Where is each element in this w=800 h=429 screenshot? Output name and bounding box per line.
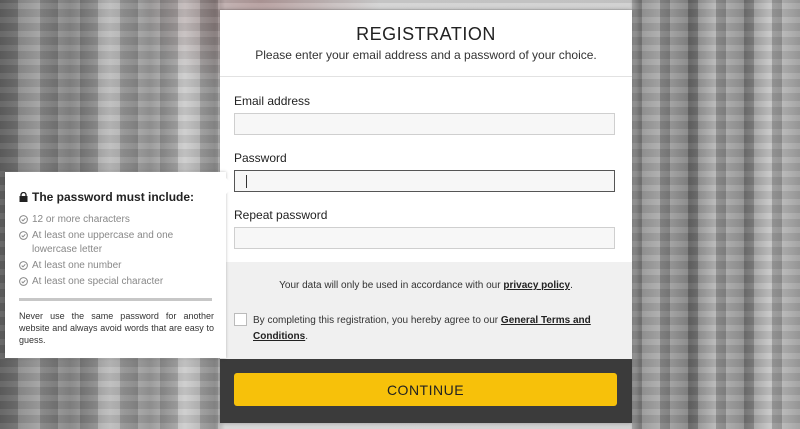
tooltip-note: Never use the same password for another … [19, 311, 214, 345]
background-shelves-right [632, 0, 800, 429]
terms-text-prefix: By completing this registration, you her… [253, 315, 501, 326]
registration-form: Email address Password Repeat password [220, 77, 632, 249]
check-circle-icon [19, 231, 28, 240]
check-circle-icon [19, 215, 28, 224]
email-field[interactable] [234, 113, 615, 135]
privacy-notice-text: Your data will only be used in accordanc… [279, 280, 504, 291]
tooltip-heading-text: The password must include: [32, 190, 195, 204]
terms-text-end: . [305, 331, 308, 342]
lock-icon [19, 192, 28, 202]
rule-text: At least one special character [32, 276, 164, 287]
rule-item: At least one special character [19, 275, 214, 289]
repeat-password-label: Repeat password [234, 208, 328, 222]
password-field[interactable] [234, 170, 615, 192]
check-circle-icon [19, 261, 28, 270]
email-label: Email address [234, 94, 311, 108]
consent-section: Your data will only be used in accordanc… [220, 262, 632, 359]
check-circle-icon [19, 277, 28, 286]
password-label: Password [234, 151, 287, 165]
card-header: REGISTRATION Please enter your email add… [220, 10, 632, 77]
terms-text: By completing this registration, you her… [253, 313, 593, 345]
page-subtitle: Please enter your email address and a pa… [255, 48, 597, 62]
privacy-notice: Your data will only be used in accordanc… [220, 280, 632, 291]
rule-item: 12 or more characters [19, 213, 214, 227]
terms-checkbox[interactable] [234, 313, 247, 326]
continue-button[interactable]: CONTINUE [234, 373, 617, 406]
password-strength-bar [19, 298, 212, 301]
privacy-policy-link[interactable]: privacy policy [503, 280, 570, 291]
password-requirements-tooltip: The password must include: 12 or more ch… [5, 172, 234, 358]
rule-text: At least one uppercase and one lowercase… [32, 230, 174, 255]
repeat-password-field[interactable] [234, 227, 615, 249]
page-title: REGISTRATION [356, 24, 496, 44]
rule-item: At least one uppercase and one lowercase… [19, 229, 214, 257]
tooltip-heading: The password must include: [19, 190, 194, 204]
password-rules-list: 12 or more characters At least one upper… [19, 213, 214, 291]
rule-text: At least one number [32, 260, 122, 271]
rule-item: At least one number [19, 259, 214, 273]
rule-text: 12 or more characters [32, 214, 130, 225]
text-caret [246, 175, 247, 188]
privacy-notice-end: . [570, 280, 573, 291]
card-footer: CONTINUE [220, 359, 632, 423]
registration-card: REGISTRATION Please enter your email add… [220, 10, 632, 423]
